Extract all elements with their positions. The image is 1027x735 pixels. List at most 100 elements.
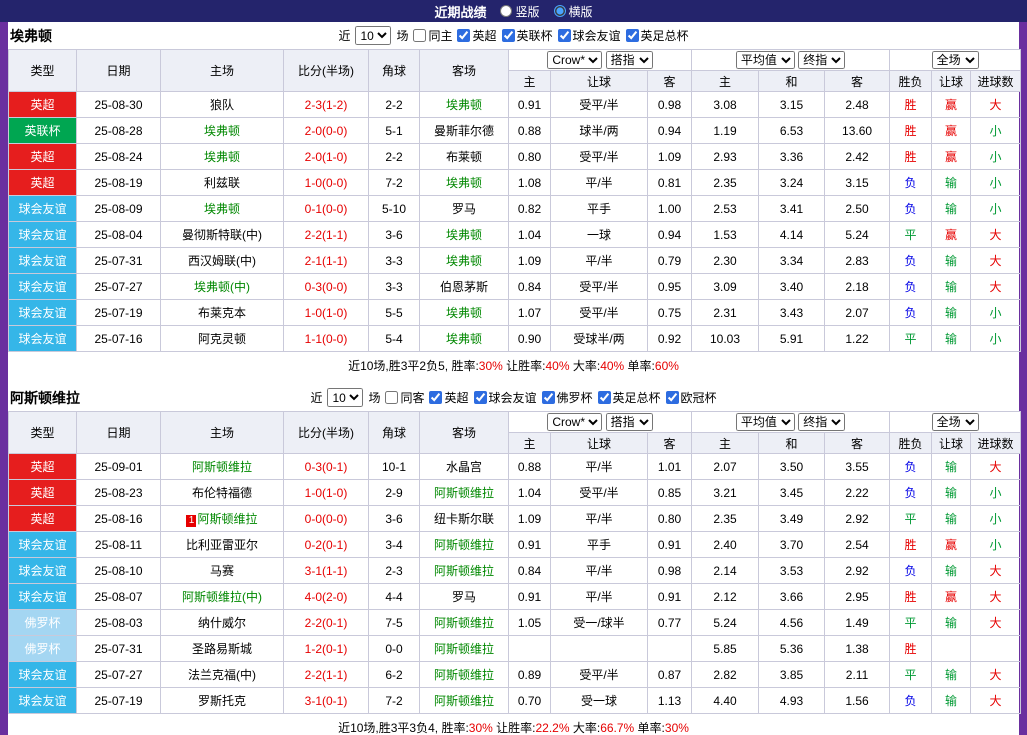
away-team-cell[interactable]: 水晶宫 [419,453,509,480]
match-score[interactable]: 0-0(0-0) [283,505,369,532]
match-score[interactable]: 2-2(1-1) [283,661,369,688]
team-name[interactable]: 罗斯托克 [198,694,246,708]
team-name[interactable]: 水晶宫 [446,460,482,474]
team-name[interactable]: 伯恩茅斯 [440,280,488,294]
home-team-cell[interactable]: 阿斯顿维拉 [160,453,284,480]
team-name[interactable]: 曼斯菲尔德 [434,124,494,138]
team-name[interactable]: 纳什威尔 [198,616,246,630]
home-team-cell[interactable]: 埃弗顿 [160,143,284,170]
team-name[interactable]: 罗马 [452,202,476,216]
match-count-select[interactable]: 10 [355,26,392,45]
away-team-cell[interactable]: 埃弗顿 [419,247,509,274]
filter-checkbox-英联杯[interactable]: 英联杯 [501,27,553,44]
layout-radio-vertical[interactable]: 竖版 [500,3,540,20]
team-name[interactable]: 埃弗顿 [204,124,240,138]
scope-select[interactable]: 全场 [931,51,979,69]
filter-checkbox-球会友谊[interactable]: 球会友谊 [557,27,621,44]
away-team-cell[interactable]: 阿斯顿维拉 [419,531,509,558]
away-team-cell[interactable]: 阿斯顿维拉 [419,479,509,506]
home-team-cell[interactable]: 阿斯顿维拉(中) [160,583,284,610]
home-team-cell[interactable]: 曼彻斯特联(中) [160,221,284,248]
match-count-select[interactable]: 10 [327,388,364,407]
team-name[interactable]: 阿斯顿维拉 [192,460,252,474]
home-team-cell[interactable]: 纳什威尔 [160,609,284,636]
match-score[interactable]: 2-2(1-1) [283,221,369,248]
checkbox[interactable] [385,391,399,404]
team-name[interactable]: 阿斯顿维拉 [434,642,494,656]
home-team-cell[interactable]: 阿克灵顿 [160,325,284,352]
team-name[interactable]: 阿克灵顿 [198,332,246,346]
team-name[interactable]: 布莱顿 [446,150,482,164]
team-name[interactable]: 阿斯顿维拉 [434,486,494,500]
away-team-cell[interactable]: 埃弗顿 [419,169,509,196]
checkbox[interactable] [557,29,571,42]
match-score[interactable]: 1-0(1-0) [283,479,369,506]
layout-radio-horizontal[interactable]: 横版 [553,3,593,20]
checkbox[interactable] [457,29,471,42]
team-name[interactable]: 阿斯顿维拉 [434,538,494,552]
filter-checkbox-同客[interactable]: 同客 [385,389,424,406]
away-team-cell[interactable]: 阿斯顿维拉 [419,635,509,662]
checkbox[interactable] [429,391,443,404]
filter-checkbox-英足总杯[interactable]: 英足总杯 [597,389,661,406]
home-team-cell[interactable]: 埃弗顿 [160,195,284,222]
filter-checkbox-英超[interactable]: 英超 [457,27,497,44]
home-team-cell[interactable]: 法兰克福(中) [160,661,284,688]
team-name[interactable]: 阿斯顿维拉 [434,668,494,682]
away-team-cell[interactable]: 埃弗顿 [419,325,509,352]
team-name[interactable]: 埃弗顿 [446,332,482,346]
team-name[interactable]: 阿斯顿维拉 [434,694,494,708]
team-name[interactable]: 比利亚雷亚尔 [186,538,258,552]
match-score[interactable]: 1-0(0-0) [283,169,369,196]
home-team-cell[interactable]: 西汉姆联(中) [160,247,284,274]
home-team-cell[interactable]: 布莱克本 [160,299,284,326]
away-team-cell[interactable]: 阿斯顿维拉 [419,661,509,688]
team-name[interactable]: 埃弗顿 [446,228,482,242]
away-team-cell[interactable]: 罗马 [419,583,509,610]
away-team-cell[interactable]: 伯恩茅斯 [419,273,509,300]
home-team-cell[interactable]: 1 阿斯顿维拉 [160,505,284,532]
vertical-radio[interactable] [500,5,513,17]
team-name[interactable]: 阿斯顿维拉 [434,564,494,578]
home-team-cell[interactable]: 埃弗顿(中) [160,273,284,300]
home-team-cell[interactable]: 罗斯托克 [160,687,284,714]
match-score[interactable]: 0-3(0-0) [283,273,369,300]
average-select[interactable]: 平均值 [735,51,795,69]
team-name[interactable]: 埃弗顿 [204,202,240,216]
match-score[interactable]: 2-0(1-0) [283,143,369,170]
match-score[interactable]: 0-2(0-1) [283,531,369,558]
team-name[interactable]: 埃弗顿 [446,98,482,112]
team-name[interactable]: 布莱克本 [198,306,246,320]
odds-stage-select[interactable]: 搭指 [605,413,653,431]
scope-select[interactable]: 全场 [931,413,979,431]
filter-checkbox-佛罗杯[interactable]: 佛罗杯 [541,389,593,406]
away-team-cell[interactable]: 埃弗顿 [419,221,509,248]
team-name[interactable]: 纽卡斯尔联 [434,512,494,526]
match-score[interactable]: 2-2(0-1) [283,609,369,636]
checkbox[interactable] [501,29,515,42]
team-name[interactable]: 法兰克福(中) [188,668,256,682]
checkbox[interactable] [665,391,679,404]
away-team-cell[interactable]: 阿斯顿维拉 [419,557,509,584]
away-team-cell[interactable]: 布莱顿 [419,143,509,170]
match-score[interactable]: 4-0(2-0) [283,583,369,610]
horizontal-radio[interactable] [553,5,566,17]
team-name[interactable]: 布伦特福德 [192,486,252,500]
away-team-cell[interactable]: 纽卡斯尔联 [419,505,509,532]
away-team-cell[interactable]: 曼斯菲尔德 [419,117,509,144]
home-team-cell[interactable]: 布伦特福德 [160,479,284,506]
checkbox[interactable] [413,29,427,42]
filter-checkbox-球会友谊[interactable]: 球会友谊 [473,389,537,406]
match-score[interactable]: 2-3(1-2) [283,91,369,118]
team-name[interactable]: 阿斯顿维拉 [434,616,494,630]
team-name[interactable]: 狼队 [210,98,234,112]
checkbox[interactable] [473,391,487,404]
team-name[interactable]: 圣路易斯城 [192,642,252,656]
home-team-cell[interactable]: 比利亚雷亚尔 [160,531,284,558]
average-select[interactable]: 平均值 [735,413,795,431]
team-name[interactable]: 埃弗顿 [446,176,482,190]
bookmaker-select[interactable]: Crow* [547,51,603,69]
final-odds-select[interactable]: 终指 [798,51,846,69]
bookmaker-select[interactable]: Crow* [547,413,603,431]
filter-checkbox-同主[interactable]: 同主 [413,27,452,44]
